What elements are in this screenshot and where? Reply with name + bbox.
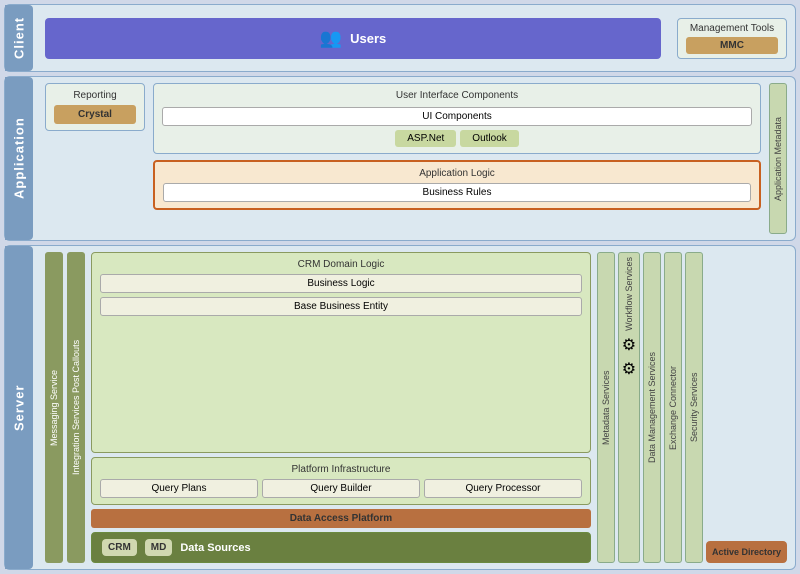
reporting-box: Reporting Crystal bbox=[45, 83, 145, 131]
users-box: 👥 Users bbox=[45, 18, 661, 59]
outlook-item: Outlook bbox=[460, 130, 518, 147]
workflow-icon: ⚙ bbox=[622, 335, 636, 355]
ui-components-outer: User Interface Components UI Components … bbox=[153, 83, 761, 154]
query-builder-item: Query Builder bbox=[262, 479, 420, 498]
query-processor-item: Query Processor bbox=[424, 479, 582, 498]
users-label: Users bbox=[350, 31, 386, 46]
data-sources-label: Data Sources bbox=[180, 542, 250, 554]
crystal-box: Crystal bbox=[54, 105, 136, 124]
workflow-label: Workflow Services bbox=[624, 257, 634, 331]
platform-outer: Platform Infrastructure Query Plans Quer… bbox=[91, 457, 591, 505]
server-left-cols: Messaging Service Integration Services P… bbox=[45, 252, 85, 563]
data-access-box: Data Access Platform bbox=[91, 509, 591, 528]
management-title: Management Tools bbox=[686, 23, 778, 34]
app-logic-outer: Application Logic Business Rules bbox=[153, 160, 761, 210]
base-entity-row: Base Business Entity bbox=[100, 297, 582, 316]
security-col: Security Services bbox=[685, 252, 703, 563]
reporting-title: Reporting bbox=[54, 90, 136, 101]
ui-components-title: User Interface Components bbox=[162, 90, 752, 101]
users-icon: 👥 bbox=[320, 28, 342, 49]
application-layer: Application Reporting Crystal User Inter… bbox=[4, 76, 796, 241]
data-mgmt-col: Data Management Services bbox=[643, 252, 661, 563]
integration-services-box: Integration Services Post Callouts bbox=[67, 252, 85, 563]
messaging-service-box: Messaging Service bbox=[45, 252, 63, 563]
ui-sub-row: ASP.Net Outlook bbox=[162, 130, 752, 147]
client-layer-label: Client bbox=[5, 5, 33, 71]
workflow-services-col: Workflow Services ⚙ ⚙ bbox=[618, 252, 640, 563]
aspnet-item: ASP.Net bbox=[395, 130, 456, 147]
application-content: Reporting Crystal User Interface Compone… bbox=[45, 83, 787, 234]
data-sources-box: CRM MD Data Sources bbox=[91, 532, 591, 563]
server-main: CRM Domain Logic Business Logic Base Bus… bbox=[91, 252, 591, 563]
server-content: Messaging Service Integration Services P… bbox=[45, 252, 787, 563]
active-dir-col: Active Directory bbox=[706, 252, 787, 563]
md-badge: MD bbox=[145, 539, 173, 556]
management-tools-box: Management Tools MMC bbox=[677, 18, 787, 59]
exchange-col: Exchange Connector bbox=[664, 252, 682, 563]
ui-components-row: UI Components bbox=[162, 107, 752, 126]
app-logic-title: Application Logic bbox=[163, 168, 751, 179]
client-content: 👥 Users Management Tools MMC bbox=[45, 18, 787, 59]
app-metadata-label: Application Metadata bbox=[769, 83, 787, 234]
metadata-services-col: Metadata Services bbox=[597, 252, 615, 563]
server-layer: Server Messaging Service Integration Ser… bbox=[4, 245, 796, 570]
business-logic-row: Business Logic bbox=[100, 274, 582, 293]
client-layer: Client 👥 Users Management Tools MMC bbox=[4, 4, 796, 72]
query-plans-item: Query Plans bbox=[100, 479, 258, 498]
server-layer-label: Server bbox=[5, 246, 33, 569]
mmc-box: MMC bbox=[686, 37, 778, 54]
workflow-icon2: ⚙ bbox=[622, 359, 636, 379]
crm-badge: CRM bbox=[102, 539, 137, 556]
platform-title: Platform Infrastructure bbox=[100, 464, 582, 475]
platform-row: Query Plans Query Builder Query Processo… bbox=[100, 479, 582, 498]
crm-domain-outer: CRM Domain Logic Business Logic Base Bus… bbox=[91, 252, 591, 453]
business-rules-box: Business Rules bbox=[163, 183, 751, 202]
server-right-cols: Metadata Services Workflow Services ⚙ ⚙ … bbox=[597, 252, 787, 563]
crm-domain-title: CRM Domain Logic bbox=[100, 259, 582, 270]
main-container: Client 👥 Users Management Tools MMC Appl… bbox=[0, 0, 800, 574]
active-directory-box: Active Directory bbox=[706, 541, 787, 563]
application-layer-label: Application bbox=[5, 77, 33, 240]
